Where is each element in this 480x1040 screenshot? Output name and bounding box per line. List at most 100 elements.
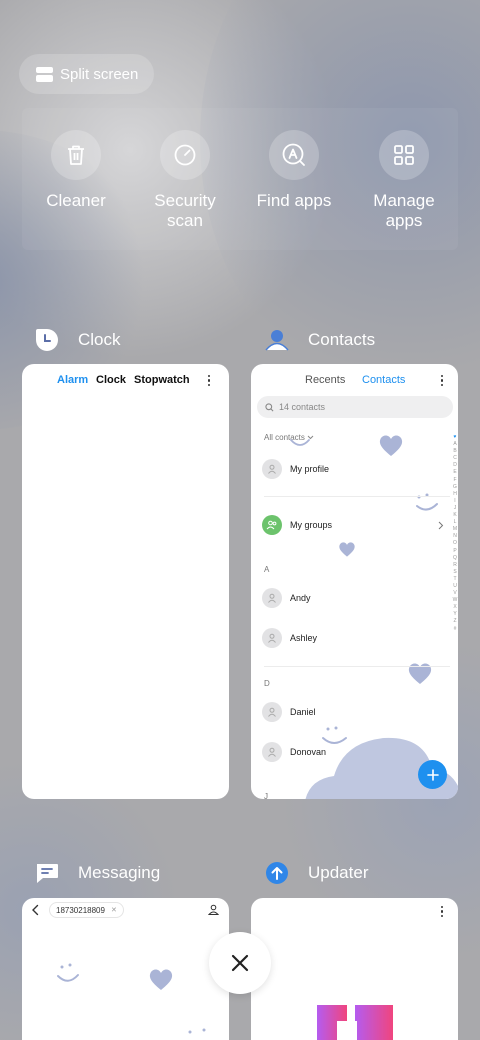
alphabet-index-letter[interactable]: F [451, 477, 458, 484]
section-letter: J [264, 792, 268, 799]
divider [264, 666, 450, 667]
contact-name: Andy [290, 593, 311, 603]
close-icon [231, 954, 249, 972]
tab-clock: Clock [96, 374, 126, 386]
messaging-app-preview[interactable]: 18730218809 ✕ [22, 898, 229, 1040]
smiley-decoration-icon [188, 1028, 206, 1034]
alphabet-index-letter[interactable]: S [451, 569, 458, 576]
alphabet-index-letter[interactable]: G [451, 484, 458, 491]
alphabet-index-letter[interactable]: H [451, 491, 458, 498]
smiley-decoration-icon [57, 963, 79, 982]
alphabet-index-letter[interactable]: O [451, 540, 458, 547]
alphabet-index-letter[interactable]: I [451, 498, 458, 505]
alphabet-index-letter[interactable]: K [451, 512, 458, 519]
messaging-icon [30, 859, 64, 887]
contact-name: Donovan [290, 747, 327, 757]
clear-all-button[interactable] [209, 932, 271, 994]
more-options-icon [441, 906, 445, 918]
contact-row-profile[interactable]: My profile [262, 459, 329, 479]
avatar [262, 588, 282, 608]
find-apps-label: Find apps [256, 191, 332, 210]
search-placeholder: 14 contacts [279, 402, 326, 412]
contact-row[interactable]: Andy [262, 588, 311, 608]
grid-icon [379, 130, 429, 180]
contact-icon [208, 904, 219, 915]
alphabet-index-letter[interactable]: T [451, 576, 458, 583]
alphabet-index-letter[interactable]: X [451, 604, 458, 611]
heart-decoration-icon [408, 663, 432, 684]
heart-decoration-icon [149, 969, 173, 990]
alphabet-index-letter[interactable]: L [451, 519, 458, 526]
alphabet-index-letter[interactable]: R [451, 562, 458, 569]
alphabet-index-letter[interactable]: A [451, 441, 458, 448]
updater-icon [260, 859, 294, 887]
section-letter: A [264, 565, 270, 574]
alphabet-index-letter[interactable]: Q [451, 555, 458, 562]
more-options-icon [441, 375, 445, 387]
contact-row[interactable]: Ashley [262, 628, 317, 648]
alphabet-index-letter[interactable]: V [451, 590, 458, 597]
contacts-app-header[interactable]: Contacts [260, 326, 375, 354]
updater-app-name: Updater [308, 863, 369, 882]
avatar [262, 628, 282, 648]
back-arrow-icon [32, 904, 39, 916]
clock-icon [30, 326, 64, 354]
security-scan-icon [160, 130, 210, 180]
contact-row-groups[interactable]: My groups [262, 515, 332, 535]
more-options-icon [208, 375, 212, 387]
tab-recents: Recents [305, 374, 346, 386]
smiley-decoration-icon [290, 439, 310, 446]
alphabet-index-letter[interactable]: Y [451, 611, 458, 618]
recipient-chip: 18730218809 ✕ [49, 902, 124, 918]
contact-name: My profile [290, 464, 330, 474]
split-screen-label: Split screen [60, 65, 139, 83]
chevron-right-icon [438, 521, 444, 530]
divider [264, 496, 450, 497]
cleaner-label: Cleaner [46, 191, 106, 210]
alphabet-index-letter[interactable]: J [451, 505, 458, 512]
update-version-logo-icon [317, 1005, 393, 1040]
clock-app-name: Clock [78, 330, 121, 349]
alphabet-index[interactable]: ♥ A B C D E F G H I J K L M N O P Q R S T U V W X Y Z # [451, 434, 458, 633]
alphabet-index-letter[interactable]: E [451, 469, 458, 476]
cleaner-button[interactable]: Cleaner [26, 130, 126, 211]
alphabet-index-letter[interactable]: Z [451, 618, 458, 625]
recipient-number: 18730218809 [56, 905, 105, 915]
updater-app-header[interactable]: Updater [260, 859, 368, 887]
alphabet-index-letter[interactable]: N [451, 533, 458, 540]
security-scan-button[interactable]: Security scan [135, 130, 235, 231]
messaging-app-name: Messaging [78, 863, 161, 882]
alphabet-index-letter[interactable]: D [451, 462, 458, 469]
tab-contacts: Contacts [362, 374, 406, 386]
tab-stopwatch: Stopwatch [134, 374, 190, 386]
favorites-index-icon[interactable]: ♥ [451, 434, 458, 441]
manage-apps-label: Manage apps [373, 191, 435, 230]
groups-icon [262, 515, 282, 535]
contacts-app-name: Contacts [308, 330, 376, 349]
section-letter: D [264, 679, 270, 688]
contacts-app-preview[interactable]: Recents Contacts 14 contacts All contact… [251, 364, 458, 799]
alphabet-index-letter[interactable]: M [451, 526, 458, 533]
manage-apps-button[interactable]: Manage apps [354, 130, 454, 231]
heart-decoration-icon [379, 435, 403, 456]
clock-app-header[interactable]: Clock [30, 326, 121, 354]
clock-app-preview[interactable]: Alarm Clock Stopwatch [22, 364, 229, 799]
avatar [262, 742, 282, 762]
add-contact-button[interactable] [418, 760, 447, 789]
alphabet-index-letter[interactable]: # [451, 626, 458, 633]
split-screen-button[interactable]: Split screen [19, 54, 154, 94]
alphabet-index-letter[interactable]: P [451, 548, 458, 555]
tab-alarm: Alarm [57, 374, 89, 386]
alphabet-index-letter[interactable]: C [451, 455, 458, 462]
alphabet-index-letter[interactable]: U [451, 583, 458, 590]
split-screen-icon [36, 66, 53, 82]
updater-app-preview[interactable] [251, 898, 458, 1040]
security-scan-label: Security scan [154, 191, 216, 230]
alphabet-index-letter[interactable]: B [451, 448, 458, 455]
contact-row[interactable]: Donovan [262, 742, 326, 762]
contact-row[interactable]: Daniel [262, 702, 316, 722]
messaging-app-header[interactable]: Messaging [30, 859, 160, 887]
find-apps-button[interactable]: Find apps [244, 130, 344, 211]
search-icon [265, 402, 274, 411]
alphabet-index-letter[interactable]: W [451, 597, 458, 604]
